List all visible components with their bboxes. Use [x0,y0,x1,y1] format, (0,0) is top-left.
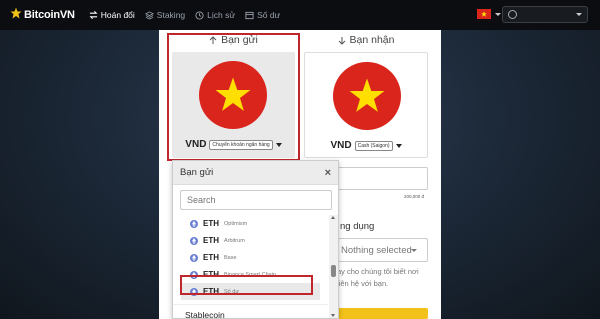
list-item[interactable]: ETH Arbitrum [173,232,328,249]
ethereum-icon [190,219,198,228]
receive-currency-row: VND Cash (Saigon) [305,140,427,151]
language-selector[interactable] [477,9,501,19]
brand-name: BitcoinVN [24,9,75,21]
item-network: Base [224,254,237,261]
search-input[interactable] [180,190,332,210]
receive-heading-label: Bạn nhận [349,34,395,46]
help-line: liên hệ với bạn. [337,279,389,288]
history-icon [195,10,204,20]
dropdown-title: Bạn gửi [180,167,214,178]
bank-select[interactable]: Nothing selected [334,238,428,262]
wallet-icon [245,11,254,19]
receive-currency-card[interactable]: VND Cash (Saigon) [304,52,428,158]
account-select[interactable] [502,6,588,23]
item-code: ETH [203,253,219,262]
list-item[interactable]: ETH Base [173,249,328,266]
dropdown-header: Bạn gửi × [173,161,338,185]
vietnam-flag-icon [333,62,401,130]
arrow-down-icon [338,36,345,45]
chevron-down-icon [576,13,582,16]
swap-icon [89,11,98,19]
star-logo-icon [10,6,22,24]
item-code: ETH [203,219,219,228]
help-text: ay cho chúng tôi biết nơi liên hệ với bạ… [337,266,437,290]
layers-icon [144,10,154,20]
selected-highlight-box [180,275,313,295]
item-network: Optimism [224,220,248,227]
nav-item-history[interactable]: Lịch sử [195,10,235,20]
chevron-down-icon [495,12,501,16]
currency-list: ETH Optimism ETH Arbitrum ETH Base ETH B… [173,215,328,318]
submit-button[interactable] [335,308,428,319]
user-icon [508,10,517,19]
vietnam-flag-icon [477,9,491,19]
send-highlight-box [167,33,300,161]
nav-item-balance[interactable]: Số dư [245,10,280,20]
receive-method-tag[interactable]: Cash (Saigon) [354,140,393,151]
item-network: Arbitrum [224,237,245,244]
nav-item-label: Staking [156,10,186,20]
nav-item-label: Lịch sử [207,10,236,20]
nav-item-staking[interactable]: Staking [144,10,186,20]
receive-heading: Bạn nhận [302,34,430,46]
bank-select-value: Nothing selected [341,244,412,256]
scroll-up-icon[interactable] [331,216,335,219]
currency-dropdown: Bạn gửi × ETH Optimism ETH Arbitrum ETH … [172,160,339,319]
bank-label: ng dụng [340,221,375,232]
close-icon[interactable]: × [325,167,331,179]
nav-item-label: Số dư [257,10,281,20]
list-item[interactable]: ETH Optimism [173,215,328,232]
item-code: ETH [203,236,219,245]
chevron-down-icon [411,249,417,252]
chevron-down-icon[interactable] [395,143,402,148]
group-header-stablecoin: Stablecoin [173,304,328,318]
amount-hint: 200,000 đ [404,194,425,199]
scroll-down-icon[interactable] [331,314,335,317]
amount-input[interactable] [330,167,428,190]
ethereum-icon [190,253,198,262]
brand[interactable]: BitcoinVN [10,6,75,24]
top-navbar: BitcoinVN Hoán đổi Staking Lịch sử Số dư [0,0,600,30]
receive-currency-code: VND [330,140,352,151]
nav-item-label: Hoán đổi [100,10,135,20]
scrollbar-thumb[interactable] [331,265,336,277]
help-line: ay cho chúng tôi biết nơi [337,267,419,276]
ethereum-icon [190,236,198,245]
nav-item-swap[interactable]: Hoán đổi [89,10,135,20]
dropdown-scrollbar[interactable] [329,215,338,318]
